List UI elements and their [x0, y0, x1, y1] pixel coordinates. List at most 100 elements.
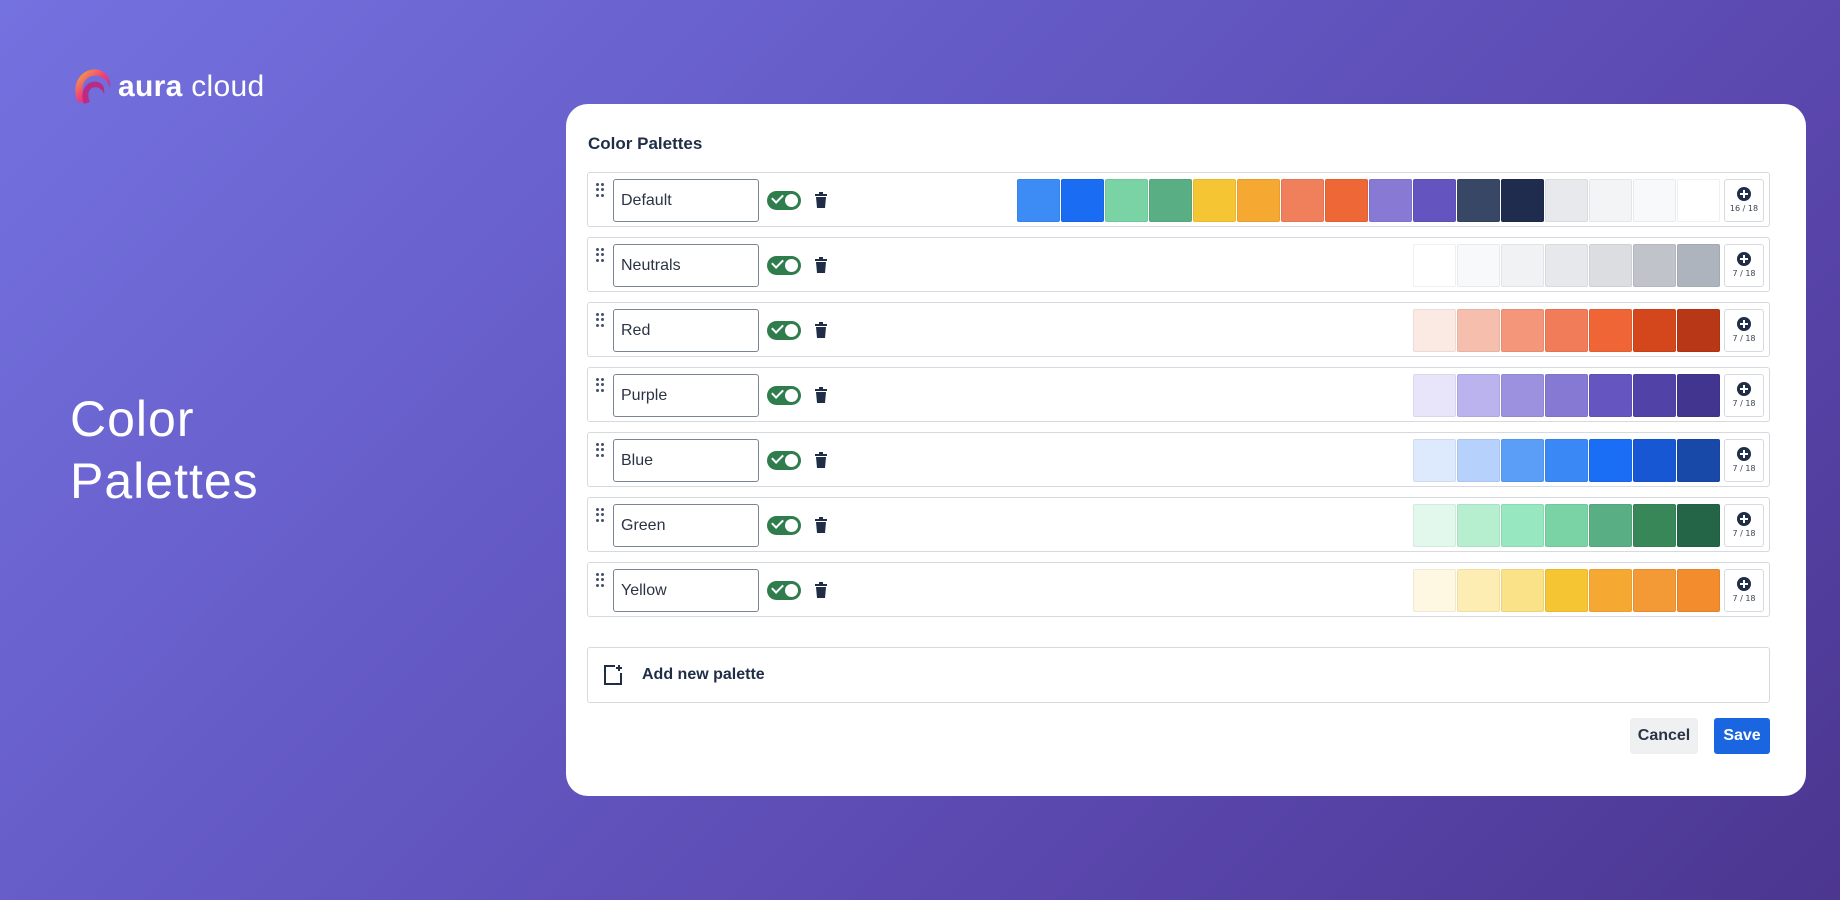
drag-handle-icon[interactable]: [596, 313, 606, 327]
trash-icon[interactable]: [814, 582, 828, 598]
color-swatch[interactable]: [1545, 569, 1588, 612]
trash-icon[interactable]: [814, 452, 828, 468]
color-swatch[interactable]: [1589, 374, 1632, 417]
drag-handle-icon[interactable]: [596, 573, 606, 587]
add-color-button[interactable]: 7 / 18: [1724, 309, 1764, 352]
color-swatch[interactable]: [1457, 244, 1500, 287]
color-swatch[interactable]: [1589, 569, 1632, 612]
color-palettes-dialog: Color Palettes Default 16 / 18 Neutrals 7 /…: [566, 104, 1806, 796]
color-swatch[interactable]: [1677, 244, 1720, 287]
color-swatch[interactable]: [1501, 374, 1544, 417]
add-color-button[interactable]: 16 / 18: [1724, 179, 1764, 222]
trash-icon[interactable]: [814, 257, 828, 273]
drag-handle-icon[interactable]: [596, 508, 606, 522]
trash-icon[interactable]: [814, 517, 828, 533]
add-color-button[interactable]: 7 / 18: [1724, 439, 1764, 482]
color-swatch[interactable]: [1545, 179, 1588, 222]
palette-row: Yellow 7 / 18: [587, 562, 1770, 617]
color-swatch[interactable]: [1677, 374, 1720, 417]
color-swatch[interactable]: [1457, 439, 1500, 482]
palette-enabled-toggle[interactable]: [767, 321, 801, 340]
color-swatch[interactable]: [1633, 374, 1676, 417]
color-swatch[interactable]: [1501, 309, 1544, 352]
palette-enabled-toggle[interactable]: [767, 581, 801, 600]
color-swatch[interactable]: [1545, 504, 1588, 547]
palette-name-input[interactable]: Purple: [613, 374, 759, 417]
color-swatch[interactable]: [1677, 569, 1720, 612]
color-swatch[interactable]: [1633, 244, 1676, 287]
color-swatch[interactable]: [1545, 374, 1588, 417]
drag-handle-icon[interactable]: [596, 443, 606, 457]
color-swatch[interactable]: [1501, 439, 1544, 482]
color-swatch[interactable]: [1677, 179, 1720, 222]
save-button[interactable]: Save: [1714, 718, 1770, 754]
color-swatch[interactable]: [1501, 244, 1544, 287]
color-swatch[interactable]: [1457, 569, 1500, 612]
color-swatch[interactable]: [1457, 179, 1500, 222]
palette-enabled-toggle[interactable]: [767, 256, 801, 275]
color-swatch[interactable]: [1677, 439, 1720, 482]
color-swatch[interactable]: [1677, 309, 1720, 352]
color-swatch[interactable]: [1281, 179, 1324, 222]
color-swatch[interactable]: [1413, 504, 1456, 547]
trash-icon[interactable]: [814, 387, 828, 403]
color-swatch[interactable]: [1589, 244, 1632, 287]
trash-icon[interactable]: [814, 322, 828, 338]
color-swatch[interactable]: [1633, 179, 1676, 222]
palette-name-input[interactable]: Blue: [613, 439, 759, 482]
color-swatch[interactable]: [1457, 309, 1500, 352]
color-swatch[interactable]: [1413, 179, 1456, 222]
color-swatch[interactable]: [1589, 309, 1632, 352]
palette-enabled-toggle[interactable]: [767, 516, 801, 535]
color-swatch[interactable]: [1633, 309, 1676, 352]
color-swatch[interactable]: [1589, 179, 1632, 222]
color-swatch[interactable]: [1105, 179, 1148, 222]
color-swatch[interactable]: [1457, 374, 1500, 417]
add-color-button[interactable]: 7 / 18: [1724, 244, 1764, 287]
palette-enabled-toggle[interactable]: [767, 386, 801, 405]
palette-enabled-toggle[interactable]: [767, 451, 801, 470]
trash-icon[interactable]: [814, 192, 828, 208]
color-swatch[interactable]: [1193, 179, 1236, 222]
color-swatch[interactable]: [1413, 569, 1456, 612]
palette-name-input[interactable]: Default: [613, 179, 759, 222]
color-swatch[interactable]: [1413, 439, 1456, 482]
color-swatch[interactable]: [1061, 179, 1104, 222]
color-swatch[interactable]: [1545, 309, 1588, 352]
color-swatch[interactable]: [1369, 179, 1412, 222]
drag-handle-icon[interactable]: [596, 183, 606, 197]
color-swatch[interactable]: [1633, 504, 1676, 547]
color-swatch[interactable]: [1633, 439, 1676, 482]
color-swatch[interactable]: [1677, 504, 1720, 547]
color-swatch[interactable]: [1633, 569, 1676, 612]
color-swatch[interactable]: [1545, 439, 1588, 482]
drag-handle-icon[interactable]: [596, 248, 606, 262]
color-swatch[interactable]: [1501, 504, 1544, 547]
color-swatch[interactable]: [1545, 244, 1588, 287]
cancel-button[interactable]: Cancel: [1630, 718, 1698, 754]
color-swatch[interactable]: [1149, 179, 1192, 222]
drag-handle-icon[interactable]: [596, 378, 606, 392]
palette-enabled-toggle[interactable]: [767, 191, 801, 210]
palette-name-input[interactable]: Green: [613, 504, 759, 547]
palette-name-input[interactable]: Neutrals: [613, 244, 759, 287]
color-swatch[interactable]: [1237, 179, 1280, 222]
add-color-button[interactable]: 7 / 18: [1724, 504, 1764, 547]
color-swatch[interactable]: [1413, 244, 1456, 287]
color-swatch[interactable]: [1325, 179, 1368, 222]
color-swatch[interactable]: [1589, 439, 1632, 482]
palette-name-input[interactable]: Red: [613, 309, 759, 352]
plus-circle-icon: [1737, 512, 1751, 526]
palette-name-input[interactable]: Yellow: [613, 569, 759, 612]
color-swatch[interactable]: [1017, 179, 1060, 222]
add-new-palette-button[interactable]: Add new palette: [587, 647, 1770, 703]
color-swatch[interactable]: [1413, 374, 1456, 417]
color-swatch[interactable]: [1501, 569, 1544, 612]
color-swatch[interactable]: [1589, 504, 1632, 547]
color-swatch[interactable]: [1457, 504, 1500, 547]
add-color-button[interactable]: 7 / 18: [1724, 569, 1764, 612]
color-swatch[interactable]: [1413, 309, 1456, 352]
add-color-button[interactable]: 7 / 18: [1724, 374, 1764, 417]
plus-circle-icon: [1737, 577, 1751, 591]
color-swatch[interactable]: [1501, 179, 1544, 222]
